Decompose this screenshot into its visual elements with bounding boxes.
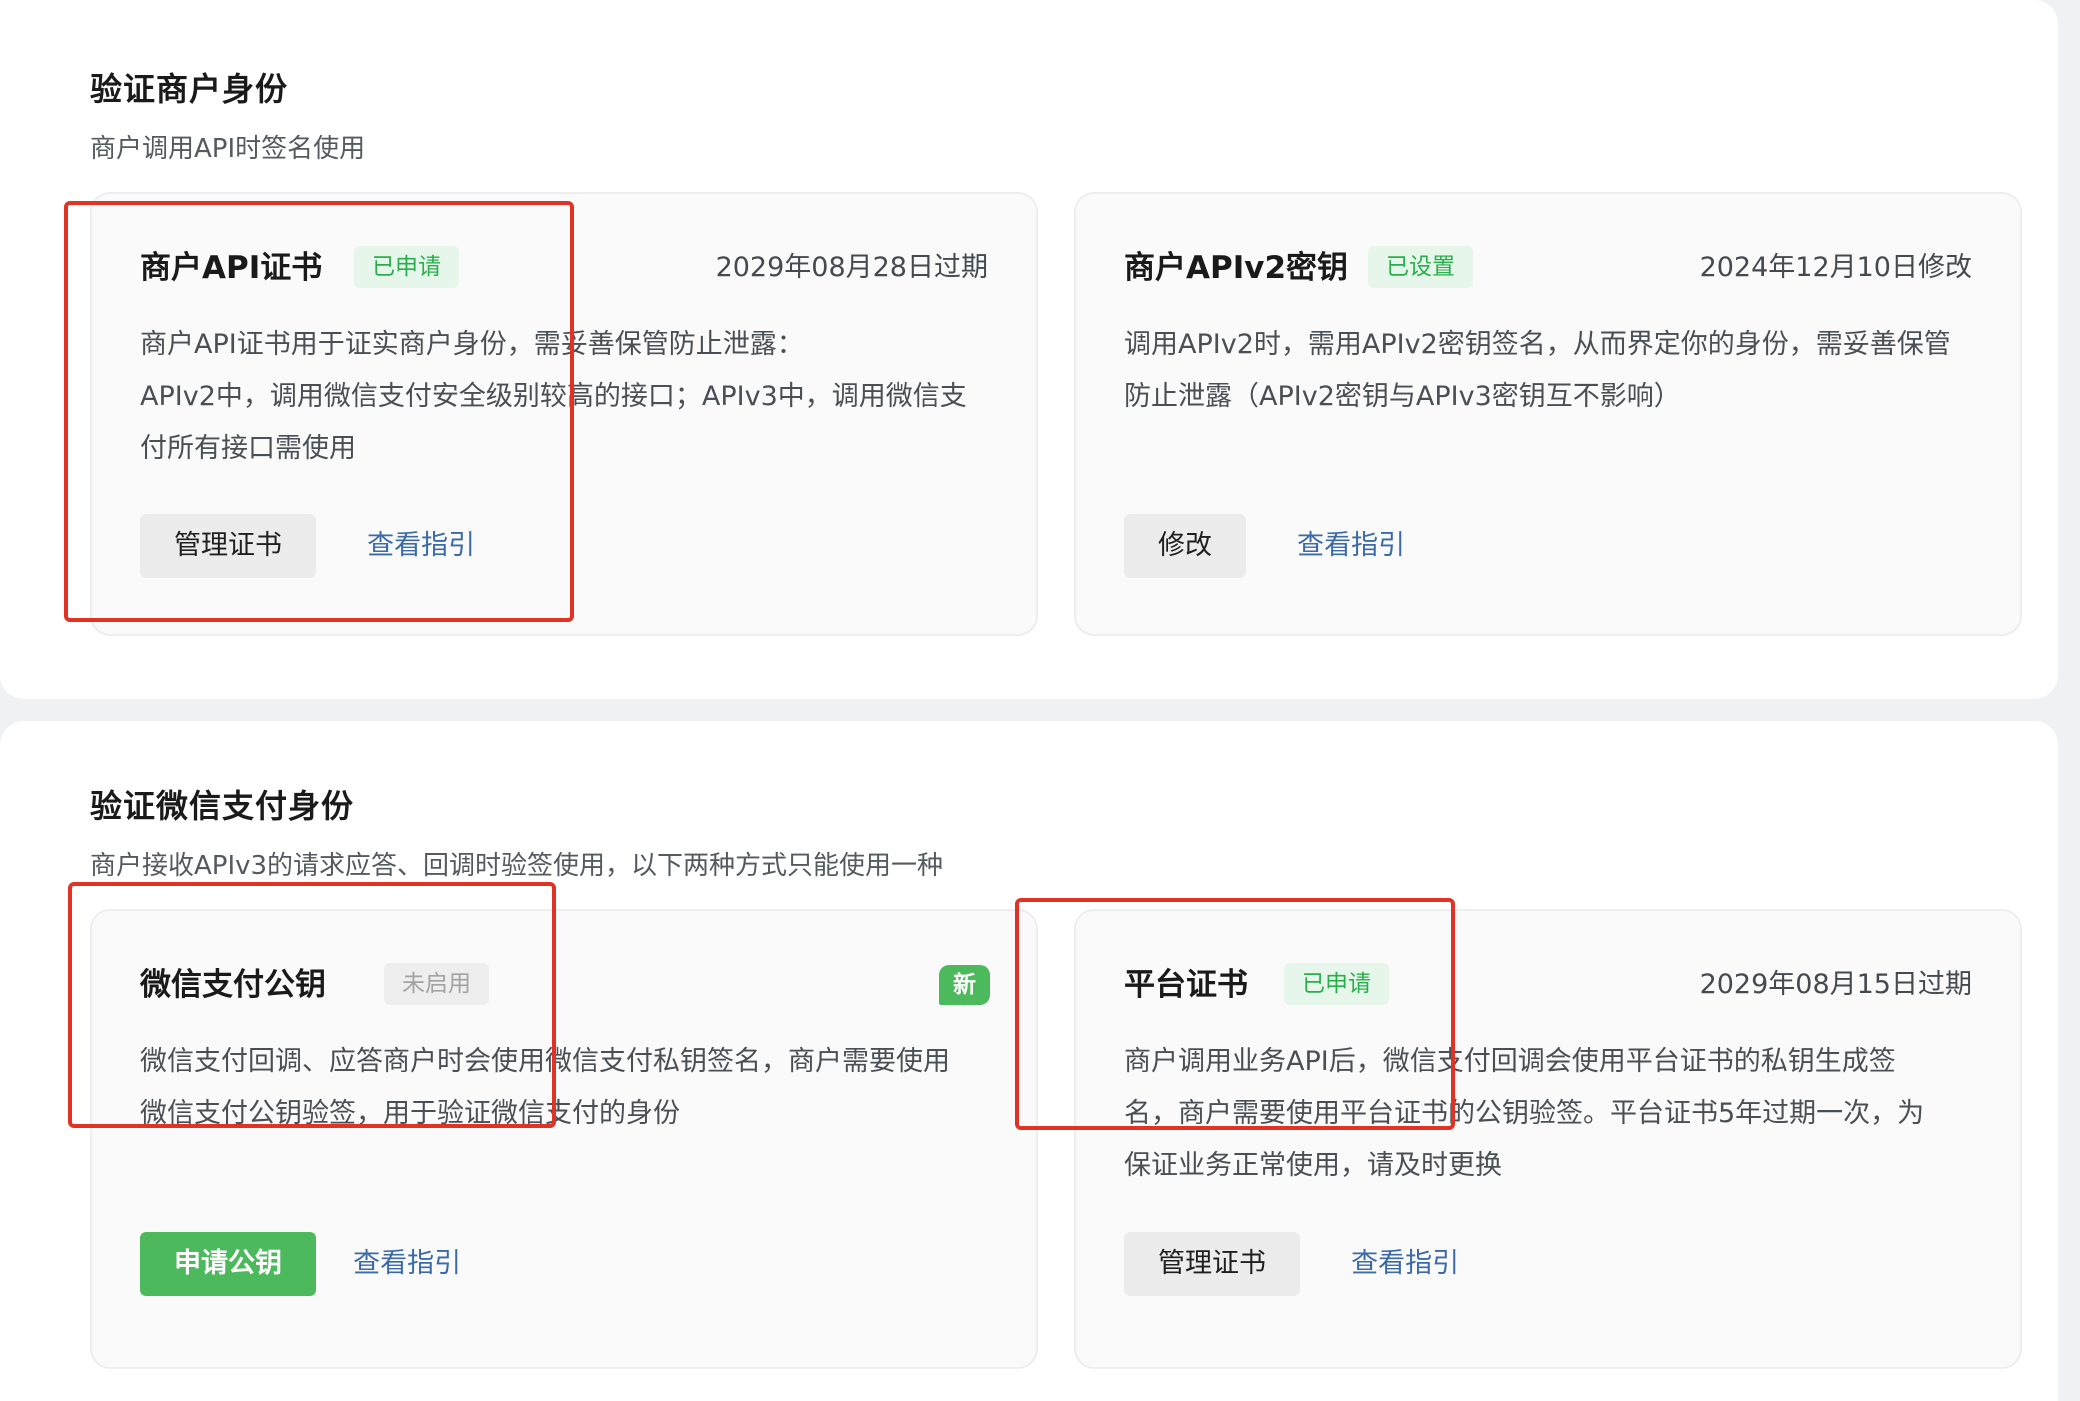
modified-date: 2024年12月10日修改	[1699, 252, 1972, 283]
section-title: 验证商户身份	[90, 70, 289, 108]
card-title: 商户API证书	[140, 250, 323, 286]
expiry-date: 2029年08月28日过期	[715, 252, 988, 283]
section-subtitle: 商户调用API时签名使用	[90, 134, 366, 164]
section-subtitle: 商户接收APIv3的请求应答、回调时验签使用，以下两种方式只能使用一种	[90, 851, 944, 881]
manage-cert-button[interactable]: 管理证书	[140, 514, 316, 578]
card-title: 平台证书	[1124, 967, 1248, 1003]
card-description: 商户调用业务API后，微信支付回调会使用平台证书的私钥生成签 名，商户需要使用平…	[1124, 1046, 1925, 1181]
status-badge: 已设置	[1368, 246, 1473, 288]
apply-public-key-button[interactable]: 申请公钥	[140, 1232, 316, 1296]
card-wechatpay-public-key: 微信支付公钥 未启用 新 微信支付回调、应答商户时会使用微信支付私钥签名，商户需…	[90, 909, 1038, 1369]
card-platform-cert: 平台证书 已申请 2029年08月15日过期 商户调用业务API后，微信支付回调…	[1074, 909, 2022, 1369]
expiry-date: 2029年08月15日过期	[1699, 969, 1972, 1000]
card-title: 微信支付公钥	[140, 967, 326, 1003]
status-badge: 未启用	[384, 963, 489, 1005]
view-guide-link[interactable]: 查看指引	[353, 1232, 461, 1296]
modify-button[interactable]: 修改	[1124, 514, 1246, 578]
status-badge: 已申请	[354, 246, 459, 288]
view-guide-link[interactable]: 查看指引	[1351, 1232, 1459, 1296]
manage-cert-button[interactable]: 管理证书	[1124, 1232, 1300, 1296]
card-merchant-apiv2-key: 商户APIv2密钥 已设置 2024年12月10日修改 调用APIv2时，需用A…	[1074, 192, 2022, 636]
section-title: 验证微信支付身份	[90, 787, 355, 825]
card-merchant-api-cert: 商户API证书 已申请 2029年08月28日过期 商户API证书用于证实商户身…	[90, 192, 1038, 636]
card-description: 调用APIv2时，需用APIv2密钥签名，从而界定你的身份，需妥善保管 防止泄露…	[1124, 329, 1951, 412]
new-badge: 新	[939, 965, 990, 1005]
card-title: 商户APIv2密钥	[1124, 250, 1349, 286]
card-description: 商户API证书用于证实商户身份，需妥善保管防止泄露： APIv2中，调用微信支付…	[140, 329, 967, 464]
view-guide-link[interactable]: 查看指引	[1297, 514, 1405, 578]
section-merchant-identity: 验证商户身份 商户调用API时签名使用 商户API证书 已申请 2029年08月…	[0, 0, 2058, 699]
view-guide-link[interactable]: 查看指引	[367, 514, 475, 578]
status-badge: 已申请	[1284, 963, 1389, 1005]
card-description: 微信支付回调、应答商户时会使用微信支付私钥签名，商户需要使用 微信支付公钥验签，…	[140, 1046, 950, 1129]
